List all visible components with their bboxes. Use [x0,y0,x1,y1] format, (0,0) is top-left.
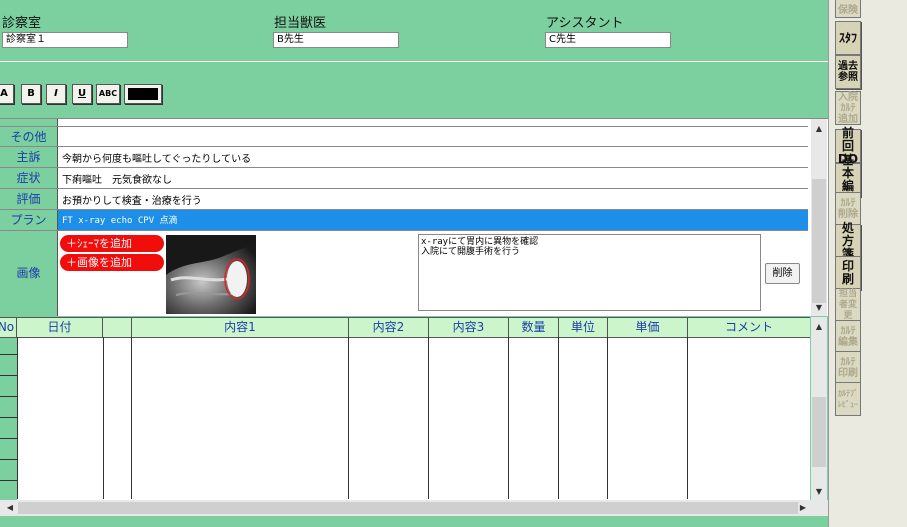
input-button[interactable]: ｽﾀﾌ [835,21,861,55]
room-label: 診察室 [2,16,42,31]
bold-button[interactable]: B [21,84,41,104]
karte-print-button[interactable]: ｶﾙﾃ印刷 [835,351,861,385]
image-label: 画像 [0,231,58,316]
col-no[interactable]: No [0,318,17,337]
chief-value: 今朝から何度も嘔吐してぐったりしている [62,154,252,165]
plan-value[interactable]: FT x-ray echo CPV 点滴 [62,213,178,226]
karte-edit-button[interactable]: ｶﾙﾃ編集 [835,320,861,354]
assistant-label: アシスタント [546,16,624,31]
soap-row-other[interactable]: その他 [0,126,808,147]
insurance-button[interactable]: 保険 [835,0,861,18]
print-button[interactable]: 印刷 [835,256,861,290]
scroll-down-icon[interactable]: ▼ [811,300,827,316]
add-image-button[interactable]: ＋画像を追加 [60,254,164,271]
h-scroll-thumb[interactable] [18,502,798,514]
table-scroll-up-icon[interactable]: ▲ [811,319,827,335]
row-number-column [0,338,17,501]
past-reference-button[interactable]: 過去参照 [835,55,861,89]
table-scroll-thumb[interactable] [812,397,826,467]
font-size-button[interactable]: A [0,84,14,104]
doctor-label: 担当獣医 [274,16,327,31]
other-label: その他 [0,127,58,146]
symptom-label: 症状 [0,168,58,188]
change-staff-button[interactable]: 担当者変更 [835,288,861,322]
delete-button[interactable]: 削除 [765,263,800,284]
soap-scrollbar[interactable]: ▲ ▼ [811,119,827,316]
strikethrough-button[interactable]: ABC [96,84,120,104]
scroll-right-icon[interactable]: ▶ [795,500,811,516]
underline-button[interactable]: U [72,84,92,104]
scroll-thumb[interactable] [812,179,826,303]
scroll-up-icon[interactable]: ▲ [811,121,827,137]
scroll-left-icon[interactable]: ◀ [2,500,18,516]
karte-preview-button[interactable]: ｶﾙﾃﾌﾟﾚﾋﾞｭｰ [835,382,861,416]
table-header: No 日付 内容1 内容2 内容3 数量 単位 単価 コメント [0,318,810,338]
add-schema-button[interactable]: ＋ｼｪｰﾏを追加 [60,235,164,252]
hospital-add-button[interactable]: 入院ｶﾙﾃ追加 [835,91,861,125]
status-strip [0,516,828,527]
plan-label: プラン [0,210,58,230]
doctor-field[interactable]: B先生 [273,32,399,48]
items-table: No 日付 内容1 内容2 内容3 数量 単位 単価 コメント [0,317,810,501]
text-color-button[interactable] [124,84,162,104]
table-scroll-down-icon[interactable]: ▼ [811,484,827,500]
col-content2[interactable]: 内容2 [349,318,429,337]
col-content3[interactable]: 内容3 [429,318,509,337]
assessment-label: 評価 [0,189,58,209]
xray-image[interactable] [166,235,256,314]
soap-row-plan[interactable]: プラン FT x-ray echo CPV 点滴 [0,210,808,231]
col-quantity[interactable]: 数量 [509,318,559,337]
col-price[interactable]: 単価 [608,318,688,337]
soap-row-symptom[interactable]: 症状 下痢嘔吐 元気食欲なし [0,168,808,189]
table-scrollbar[interactable]: ▲ ▼ [811,317,827,500]
soap-row-chief[interactable]: 主訴 今朝から何度も嘔吐してぐったりしている [0,147,808,168]
col-blank[interactable] [103,318,132,337]
divider [0,61,828,62]
assessment-value: お預かりして検査・治療を行う [62,196,202,207]
assistant-field[interactable]: C先生 [545,32,671,48]
col-comment[interactable]: コメント [688,318,810,337]
col-unit[interactable]: 単位 [559,318,608,337]
col-date[interactable]: 日付 [17,318,103,337]
col-content1[interactable]: 内容1 [132,318,349,337]
horizontal-scrollbar[interactable]: ◀ ▶ [0,500,828,516]
symptom-value: 下痢嘔吐 元気食欲なし [62,175,172,186]
italic-button[interactable]: I [46,84,66,104]
prescription-button[interactable]: 処方箋 [835,221,861,260]
room-field[interactable]: 診察室１ [2,32,128,48]
chief-label: 主訴 [0,147,58,167]
soap-row-assessment[interactable]: 評価 お預かりして検査・治療を行う [0,189,808,210]
image-comment-field[interactable]: x-rayにて胃内に異物を確認 入院にて開腹手術を行う [418,234,761,311]
color-swatch [128,88,158,100]
